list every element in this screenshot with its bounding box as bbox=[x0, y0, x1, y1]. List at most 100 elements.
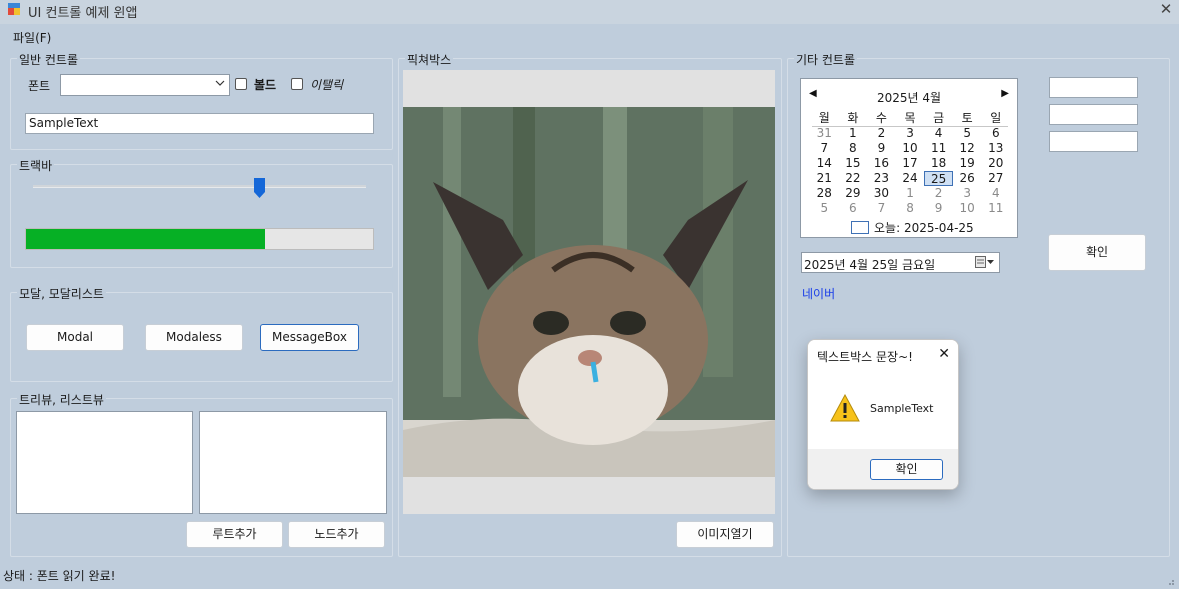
open-image-button[interactable]: 이미지열기 bbox=[676, 521, 774, 548]
calendar-day[interactable]: 5 bbox=[810, 201, 839, 216]
textbox-2[interactable] bbox=[1049, 104, 1138, 125]
calendar-day[interactable]: 8 bbox=[839, 141, 868, 156]
general-controls-title: 일반 컨트롤 bbox=[17, 51, 81, 68]
calendar-day[interactable]: 26 bbox=[953, 171, 982, 186]
menu-file[interactable]: 파일(F) bbox=[13, 29, 51, 46]
calendar-day[interactable]: 18 bbox=[924, 156, 953, 171]
modaless-button[interactable]: Modaless bbox=[145, 324, 243, 351]
calendar-day[interactable]: 31 bbox=[810, 126, 839, 141]
font-label: 폰트 bbox=[28, 79, 51, 93]
calendar-day[interactable]: 25 bbox=[924, 171, 953, 186]
message-box-ok-button[interactable]: 확인 bbox=[870, 459, 943, 480]
calendar-day[interactable]: 20 bbox=[981, 156, 1010, 171]
calendar-day[interactable]: 10 bbox=[953, 201, 982, 216]
close-icon[interactable]: ✕ bbox=[1156, 0, 1176, 18]
picturebox-title: 픽쳐박스 bbox=[405, 51, 454, 68]
calendar-week-row: 21 22 23 24 25 26 27 bbox=[810, 171, 1010, 186]
calendar-day[interactable]: 7 bbox=[867, 201, 896, 216]
calendar-day[interactable]: 1 bbox=[839, 126, 868, 141]
calendar-day[interactable]: 12 bbox=[953, 141, 982, 156]
textbox-1[interactable] bbox=[1049, 77, 1138, 98]
calendar-week-row: 28 29 30 1 2 3 4 bbox=[810, 186, 1010, 201]
calendar-today-label: 오늘: 2025-04-25 bbox=[874, 221, 974, 235]
tree-view[interactable] bbox=[16, 411, 193, 514]
trackbar-group bbox=[10, 164, 393, 268]
calendar-day[interactable]: 4 bbox=[981, 186, 1010, 201]
tree-list-title: 트리뷰, 리스트뷰 bbox=[17, 391, 106, 408]
calendar-day[interactable]: 14 bbox=[810, 156, 839, 171]
progress-fill bbox=[26, 229, 266, 249]
font-combobox[interactable] bbox=[60, 74, 230, 96]
calendar-day[interactable]: 6 bbox=[981, 126, 1010, 141]
calendar-day[interactable]: 7 bbox=[810, 141, 839, 156]
calendar-next-icon[interactable]: ▶ bbox=[1001, 88, 1009, 99]
calendar-weekday: 화 bbox=[847, 111, 859, 125]
italic-checkbox[interactable] bbox=[291, 78, 303, 90]
calendar-day[interactable]: 8 bbox=[896, 201, 925, 216]
calendar-day[interactable]: 29 bbox=[839, 186, 868, 201]
calendar-day[interactable]: 5 bbox=[953, 126, 982, 141]
confirm-button[interactable]: 확인 bbox=[1048, 234, 1146, 271]
calendar-day[interactable]: 4 bbox=[924, 126, 953, 141]
slider-track[interactable] bbox=[33, 185, 366, 188]
resize-grip-icon[interactable] bbox=[1165, 575, 1175, 585]
list-view[interactable] bbox=[199, 411, 387, 514]
calendar-day[interactable]: 22 bbox=[839, 171, 868, 186]
progress-bar bbox=[25, 228, 374, 250]
general-controls-group bbox=[10, 58, 393, 150]
messagebox-button[interactable]: MessageBox bbox=[260, 324, 359, 351]
add-root-button[interactable]: 루트추가 bbox=[186, 521, 283, 548]
message-box-text: SampleText bbox=[870, 402, 934, 415]
calendar-day[interactable]: 13 bbox=[981, 141, 1010, 156]
calendar-day[interactable]: 6 bbox=[839, 201, 868, 216]
calendar-weekday: 토 bbox=[961, 111, 973, 125]
calendar-day[interactable]: 16 bbox=[867, 156, 896, 171]
add-node-button[interactable]: 노드추가 bbox=[288, 521, 385, 548]
calendar-day[interactable]: 28 bbox=[810, 186, 839, 201]
calendar-day[interactable]: 27 bbox=[981, 171, 1010, 186]
calendar-day[interactable]: 10 bbox=[896, 141, 925, 156]
calendar-day[interactable]: 11 bbox=[981, 201, 1010, 216]
calendar-weekday: 목 bbox=[904, 111, 916, 125]
calendar-day[interactable]: 1 bbox=[896, 186, 925, 201]
calendar-day[interactable]: 23 bbox=[867, 171, 896, 186]
bold-checkbox[interactable] bbox=[235, 78, 247, 90]
today-marker-icon bbox=[851, 221, 869, 234]
message-box-footer: 확인 bbox=[808, 449, 958, 489]
textbox-3[interactable] bbox=[1049, 131, 1138, 152]
calendar-dropdown-icon[interactable] bbox=[975, 256, 995, 271]
message-box-close-icon[interactable]: ✕ bbox=[938, 346, 950, 362]
calendar-weekday: 일 bbox=[990, 111, 1002, 125]
cat-image bbox=[403, 70, 775, 514]
date-picker-value: 2025년 4월 25일 금요일 bbox=[804, 258, 936, 272]
calendar-day[interactable]: 2 bbox=[924, 186, 953, 201]
status-text: 상태 : 폰트 읽기 완료! bbox=[3, 569, 116, 583]
calendar-weekday-row: 월화수목금토일 bbox=[810, 111, 1010, 126]
modal-button[interactable]: Modal bbox=[26, 324, 124, 351]
calendar-day[interactable]: 3 bbox=[896, 126, 925, 141]
calendar-day[interactable]: 2 bbox=[867, 126, 896, 141]
calendar-week-row: 7 8 9 10 11 12 13 bbox=[810, 141, 1010, 156]
date-picker[interactable]: 2025년 4월 25일 금요일 bbox=[801, 252, 1000, 273]
slider-thumb[interactable] bbox=[253, 178, 265, 198]
chevron-down-icon bbox=[215, 78, 225, 91]
calendar-week-row: 5 6 7 8 9 10 11 bbox=[810, 201, 1010, 216]
calendar-day[interactable]: 11 bbox=[924, 141, 953, 156]
sample-text-input[interactable]: SampleText bbox=[25, 113, 374, 134]
calendar-week-row: 14 15 16 17 18 19 20 bbox=[810, 156, 1010, 171]
calendar-day[interactable]: 21 bbox=[810, 171, 839, 186]
italic-label: 이탤릭 bbox=[310, 78, 344, 92]
title-bar bbox=[0, 0, 1179, 24]
calendar-day[interactable]: 9 bbox=[867, 141, 896, 156]
calendar-today[interactable]: 오늘: 2025-04-25 bbox=[851, 219, 974, 236]
calendar-day[interactable]: 15 bbox=[839, 156, 868, 171]
naver-link[interactable]: 네이버 bbox=[802, 285, 835, 302]
calendar-day[interactable]: 30 bbox=[867, 186, 896, 201]
calendar-day[interactable]: 24 bbox=[896, 171, 925, 186]
calendar-day[interactable]: 9 bbox=[924, 201, 953, 216]
calendar-day[interactable]: 3 bbox=[953, 186, 982, 201]
window-title: UI 컨트롤 예제 윈앱 bbox=[28, 6, 138, 21]
calendar-day[interactable]: 19 bbox=[953, 156, 982, 171]
month-calendar[interactable]: ◀ 2025년 4월 ▶ 월 화 수 목 금 토 일 31 1 2 3 4 5 6 7 8 9 10 11 12 13 1… bbox=[800, 78, 1018, 238]
calendar-day[interactable]: 17 bbox=[896, 156, 925, 171]
